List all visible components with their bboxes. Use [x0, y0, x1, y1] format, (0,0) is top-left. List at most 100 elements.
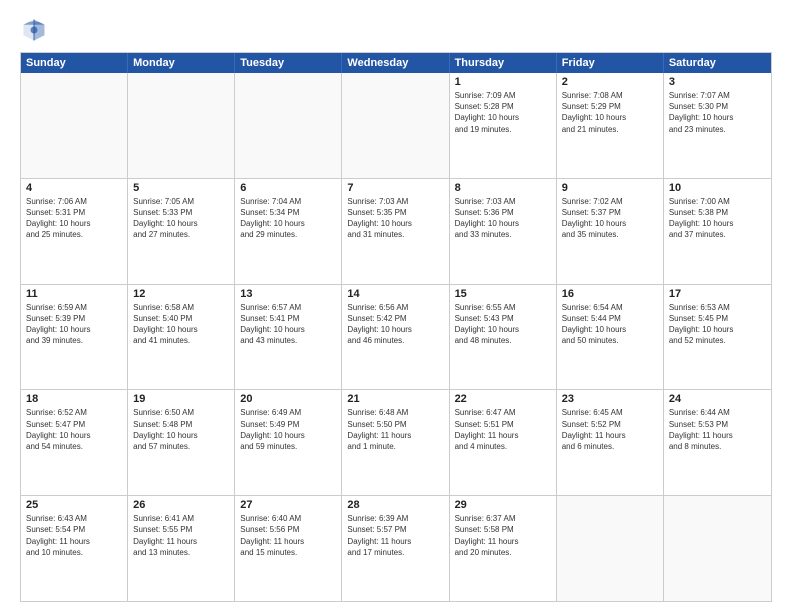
calendar-cell: 14 Sunrise: 6:56 AM Sunset: 5:42 PM Dayli… — [342, 285, 449, 390]
day-number: 8 — [455, 182, 551, 194]
calendar-header-cell: Thursday — [450, 53, 557, 73]
day-number: 1 — [455, 76, 551, 88]
calendar-header-cell: Monday — [128, 53, 235, 73]
day-info: Sunrise: 7:09 AM Sunset: 5:28 PM Dayligh… — [455, 90, 551, 135]
calendar-cell: 17Sunrise: 6:53 AM Sunset: 5:45 PM Dayli… — [664, 285, 771, 390]
day-info: Sunrise: 6:39 AM Sunset: 5:57 PM Dayligh… — [347, 513, 443, 558]
day-number: 20 — [240, 393, 336, 405]
calendar-cell: 13Sunrise: 6:57 AM Sunset: 5:41 PM Dayli… — [235, 285, 342, 390]
day-info: Sunrise: 7:07 AM Sunset: 5:30 PM Dayligh… — [669, 90, 766, 135]
day-info: Sunrise: 6:54 AM Sunset: 5:44 PM Dayligh… — [562, 302, 658, 347]
calendar-cell: 12 Sunrise: 6:58 AM Sunset: 5:40 PM Dayli… — [128, 285, 235, 390]
day-number: 28 — [347, 499, 443, 511]
page: SundayMondayTuesdayWednesdayThursdayFrid… — [0, 0, 792, 612]
calendar-cell: 9 Sunrise: 7:02 AM Sunset: 5:37 PM Daylig… — [557, 179, 664, 284]
calendar-cell — [557, 496, 664, 601]
calendar-week: 25 Sunrise: 6:43 AM Sunset: 5:54 PM Dayli… — [21, 496, 771, 601]
day-number: 21 — [347, 393, 443, 405]
calendar-cell: 10Sunrise: 7:00 AM Sunset: 5:38 PM Dayli… — [664, 179, 771, 284]
day-info: Sunrise: 6:50 AM Sunset: 5:48 PM Dayligh… — [133, 407, 229, 452]
day-number: 24 — [669, 393, 766, 405]
calendar-header-cell: Friday — [557, 53, 664, 73]
day-info: Sunrise: 6:56 AM Sunset: 5:42 PM Dayligh… — [347, 302, 443, 347]
calendar-cell: 28 Sunrise: 6:39 AM Sunset: 5:57 PM Dayli… — [342, 496, 449, 601]
day-number: 29 — [455, 499, 551, 511]
day-number: 6 — [240, 182, 336, 194]
day-number: 18 — [26, 393, 122, 405]
day-info: Sunrise: 6:59 AM Sunset: 5:39 PM Dayligh… — [26, 302, 122, 347]
day-number: 16 — [562, 288, 658, 300]
day-number: 26 — [133, 499, 229, 511]
day-info: Sunrise: 7:03 AM Sunset: 5:35 PM Dayligh… — [347, 196, 443, 241]
calendar-cell: 7 Sunrise: 7:03 AM Sunset: 5:35 PM Daylig… — [342, 179, 449, 284]
day-info: Sunrise: 6:53 AM Sunset: 5:45 PM Dayligh… — [669, 302, 766, 347]
calendar-cell: 22 Sunrise: 6:47 AM Sunset: 5:51 PM Dayli… — [450, 390, 557, 495]
day-info: Sunrise: 6:58 AM Sunset: 5:40 PM Dayligh… — [133, 302, 229, 347]
day-number: 3 — [669, 76, 766, 88]
day-info: Sunrise: 6:43 AM Sunset: 5:54 PM Dayligh… — [26, 513, 122, 558]
day-info: Sunrise: 6:37 AM Sunset: 5:58 PM Dayligh… — [455, 513, 551, 558]
day-info: Sunrise: 7:06 AM Sunset: 5:31 PM Dayligh… — [26, 196, 122, 241]
day-number: 7 — [347, 182, 443, 194]
calendar: SundayMondayTuesdayWednesdayThursdayFrid… — [20, 52, 772, 602]
calendar-week: 11 Sunrise: 6:59 AM Sunset: 5:39 PM Dayli… — [21, 285, 771, 391]
header — [20, 16, 772, 44]
calendar-header-cell: Tuesday — [235, 53, 342, 73]
day-info: Sunrise: 7:00 AM Sunset: 5:38 PM Dayligh… — [669, 196, 766, 241]
day-info: Sunrise: 6:44 AM Sunset: 5:53 PM Dayligh… — [669, 407, 766, 452]
calendar-cell: 8 Sunrise: 7:03 AM Sunset: 5:36 PM Daylig… — [450, 179, 557, 284]
day-info: Sunrise: 7:04 AM Sunset: 5:34 PM Dayligh… — [240, 196, 336, 241]
calendar-week: 4 Sunrise: 7:06 AM Sunset: 5:31 PM Daylig… — [21, 179, 771, 285]
day-info: Sunrise: 7:05 AM Sunset: 5:33 PM Dayligh… — [133, 196, 229, 241]
day-number: 15 — [455, 288, 551, 300]
day-number: 5 — [133, 182, 229, 194]
day-number: 11 — [26, 288, 122, 300]
day-number: 27 — [240, 499, 336, 511]
calendar-cell: 19 Sunrise: 6:50 AM Sunset: 5:48 PM Dayli… — [128, 390, 235, 495]
day-info: Sunrise: 6:55 AM Sunset: 5:43 PM Dayligh… — [455, 302, 551, 347]
calendar-cell — [128, 73, 235, 178]
day-number: 19 — [133, 393, 229, 405]
calendar-cell: 6 Sunrise: 7:04 AM Sunset: 5:34 PM Daylig… — [235, 179, 342, 284]
calendar-cell: 29 Sunrise: 6:37 AM Sunset: 5:58 PM Dayli… — [450, 496, 557, 601]
day-info: Sunrise: 6:48 AM Sunset: 5:50 PM Dayligh… — [347, 407, 443, 452]
calendar-body: 1 Sunrise: 7:09 AM Sunset: 5:28 PM Daylig… — [21, 73, 771, 601]
calendar-cell: 27 Sunrise: 6:40 AM Sunset: 5:56 PM Dayli… — [235, 496, 342, 601]
day-number: 4 — [26, 182, 122, 194]
day-info: Sunrise: 6:40 AM Sunset: 5:56 PM Dayligh… — [240, 513, 336, 558]
day-info: Sunrise: 7:08 AM Sunset: 5:29 PM Dayligh… — [562, 90, 658, 135]
logo-icon — [20, 16, 48, 44]
day-number: 9 — [562, 182, 658, 194]
day-number: 22 — [455, 393, 551, 405]
day-number: 12 — [133, 288, 229, 300]
day-number: 23 — [562, 393, 658, 405]
calendar-week: 18 Sunrise: 6:52 AM Sunset: 5:47 PM Dayli… — [21, 390, 771, 496]
day-number: 25 — [26, 499, 122, 511]
calendar-cell: 2 Sunrise: 7:08 AM Sunset: 5:29 PM Daylig… — [557, 73, 664, 178]
calendar-cell — [235, 73, 342, 178]
calendar-cell — [21, 73, 128, 178]
calendar-cell: 11 Sunrise: 6:59 AM Sunset: 5:39 PM Dayli… — [21, 285, 128, 390]
calendar-cell — [664, 496, 771, 601]
calendar-cell: 18 Sunrise: 6:52 AM Sunset: 5:47 PM Dayli… — [21, 390, 128, 495]
day-info: Sunrise: 6:41 AM Sunset: 5:55 PM Dayligh… — [133, 513, 229, 558]
day-number: 14 — [347, 288, 443, 300]
logo — [20, 16, 52, 44]
calendar-cell: 25 Sunrise: 6:43 AM Sunset: 5:54 PM Dayli… — [21, 496, 128, 601]
calendar-cell: 5 Sunrise: 7:05 AM Sunset: 5:33 PM Daylig… — [128, 179, 235, 284]
day-info: Sunrise: 7:02 AM Sunset: 5:37 PM Dayligh… — [562, 196, 658, 241]
calendar-cell: 23 Sunrise: 6:45 AM Sunset: 5:52 PM Dayli… — [557, 390, 664, 495]
calendar-cell: 26 Sunrise: 6:41 AM Sunset: 5:55 PM Dayli… — [128, 496, 235, 601]
calendar-cell: 3 Sunrise: 7:07 AM Sunset: 5:30 PM Daylig… — [664, 73, 771, 178]
day-info: Sunrise: 6:47 AM Sunset: 5:51 PM Dayligh… — [455, 407, 551, 452]
day-number: 2 — [562, 76, 658, 88]
calendar-cell: 24 Sunrise: 6:44 AM Sunset: 5:53 PM Dayli… — [664, 390, 771, 495]
calendar-cell: 20Sunrise: 6:49 AM Sunset: 5:49 PM Dayli… — [235, 390, 342, 495]
day-info: Sunrise: 6:52 AM Sunset: 5:47 PM Dayligh… — [26, 407, 122, 452]
day-info: Sunrise: 6:45 AM Sunset: 5:52 PM Dayligh… — [562, 407, 658, 452]
calendar-cell: 15 Sunrise: 6:55 AM Sunset: 5:43 PM Dayli… — [450, 285, 557, 390]
calendar-cell: 4 Sunrise: 7:06 AM Sunset: 5:31 PM Daylig… — [21, 179, 128, 284]
day-info: Sunrise: 6:57 AM Sunset: 5:41 PM Dayligh… — [240, 302, 336, 347]
calendar-cell: 16 Sunrise: 6:54 AM Sunset: 5:44 PM Dayli… — [557, 285, 664, 390]
day-info: Sunrise: 7:03 AM Sunset: 5:36 PM Dayligh… — [455, 196, 551, 241]
